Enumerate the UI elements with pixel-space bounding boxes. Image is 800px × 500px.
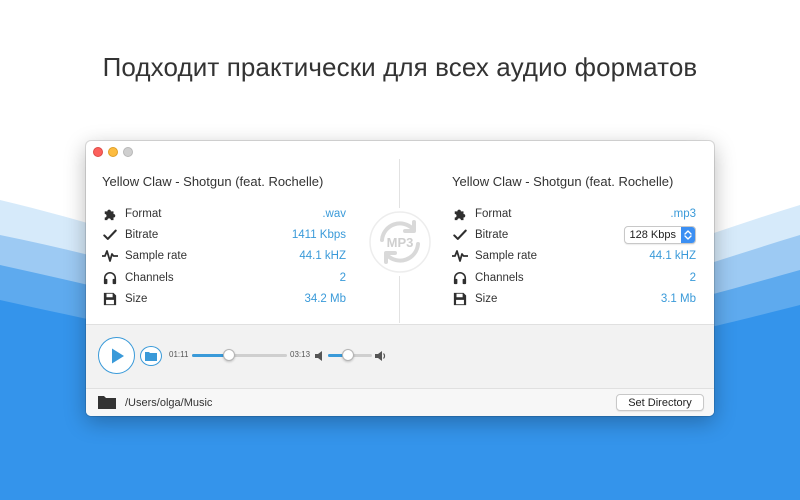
volume-slider[interactable] [328, 349, 372, 361]
bitrate-label: Bitrate [475, 228, 509, 241]
folder-icon [98, 395, 116, 414]
play-button[interactable] [98, 337, 135, 374]
checkmark-icon [452, 227, 468, 243]
open-file-button[interactable] [140, 346, 162, 366]
sample-rate-label: Sample rate [475, 250, 538, 263]
target-file-pane: Yellow Claw - Shotgun (feat. Rochelle) F… [400, 141, 714, 324]
target-size-value: 3.1 Mb [660, 292, 696, 305]
size-label: Size [475, 292, 498, 305]
target-size-row: Size 3.1 Mb [452, 288, 696, 309]
updown-chevron-icon [681, 226, 695, 243]
volume-low-icon [315, 349, 327, 361]
target-info-list: Format .mp3 Bitrate 128 Kbps Sample rate… [452, 203, 696, 309]
format-value: .wav [322, 207, 346, 220]
sample-rate-value: 44.1 kHZ [299, 250, 346, 263]
floppy-disk-icon [102, 291, 118, 307]
target-channels-value[interactable]: 2 [690, 272, 696, 284]
progress-slider[interactable] [192, 349, 287, 361]
checkmark-icon [102, 227, 118, 243]
target-format-row: Format .mp3 [452, 203, 696, 224]
source-bitrate-row: Bitrate 1411 Kbps [102, 224, 346, 245]
source-info-list: Format .wav Bitrate 1411 Kbps Sample rat… [102, 203, 346, 309]
waveform-icon [102, 248, 118, 264]
progress-knob[interactable] [223, 349, 236, 361]
target-format-value[interactable]: .mp3 [670, 208, 696, 220]
set-directory-button[interactable]: Set Directory [616, 394, 704, 411]
source-format-row: Format .wav [102, 203, 346, 224]
output-path: /Users/olga/Music [125, 397, 213, 409]
volume-high-icon [375, 349, 387, 361]
channels-label: Channels [125, 271, 174, 284]
output-directory-bar: /Users/olga/Music Set Directory [86, 388, 714, 416]
channels-label: Channels [475, 271, 524, 284]
current-time: 01:11 [169, 350, 189, 359]
folder-icon [145, 352, 157, 361]
bitrate-select-value: 128 Kbps [629, 228, 676, 241]
bitrate-select[interactable]: 128 Kbps [623, 225, 696, 244]
waveform-icon [452, 248, 468, 264]
source-title: Yellow Claw - Shotgun (feat. Rochelle) [102, 174, 324, 189]
headphones-icon [102, 270, 118, 286]
source-file-pane: Yellow Claw - Shotgun (feat. Rochelle) F… [86, 141, 400, 324]
headphones-icon [452, 270, 468, 286]
source-sample-rate-row: Sample rate 44.1 kHZ [102, 246, 346, 267]
format-label: Format [475, 207, 512, 220]
sample-rate-label: Sample rate [125, 250, 188, 263]
bitrate-label: Bitrate [125, 228, 159, 241]
target-bitrate-row: Bitrate 128 Kbps [452, 224, 696, 245]
puzzle-icon [102, 206, 118, 222]
target-sample-rate-value[interactable]: 44.1 kHZ [649, 250, 696, 262]
volume-knob[interactable] [341, 349, 354, 361]
format-label: Format [125, 207, 162, 220]
target-sample-rate-row: Sample rate 44.1 kHZ [452, 246, 696, 267]
source-size-row: Size 34.2 Mb [102, 288, 346, 309]
player-bar: 01:11 03:13 [86, 324, 714, 388]
bitrate-value: 1411 Kbps [291, 228, 346, 241]
page-headline: Подходит практически для всех аудио форм… [102, 52, 698, 82]
channels-value: 2 [339, 271, 346, 284]
target-channels-row: Channels 2 [452, 267, 696, 288]
puzzle-icon [452, 206, 468, 222]
play-icon [111, 348, 124, 363]
size-label: Size [125, 292, 148, 305]
floppy-disk-icon [452, 291, 468, 307]
app-window: Yellow Claw - Shotgun (feat. Rochelle) F… [86, 141, 714, 416]
total-time: 03:13 [290, 350, 311, 359]
target-title: Yellow Claw - Shotgun (feat. Rochelle) [452, 174, 674, 189]
size-value: 34.2 Mb [304, 292, 346, 305]
source-channels-row: Channels 2 [102, 267, 346, 288]
